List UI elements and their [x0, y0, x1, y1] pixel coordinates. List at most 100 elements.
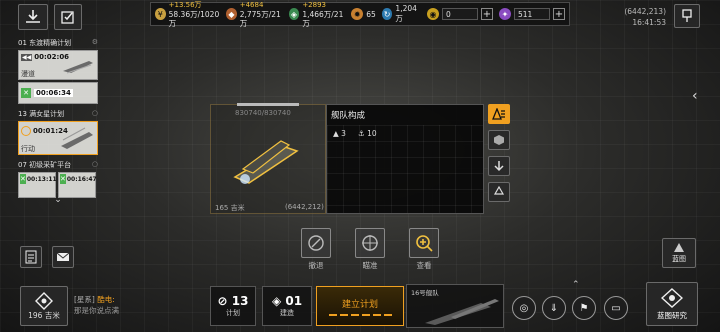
clock-time: 16:41:53: [632, 18, 666, 27]
mission-slot[interactable]: ◀◀ 00:02:06 漫道: [18, 50, 98, 80]
sector-tag: [星系]: [74, 295, 95, 304]
radar-button[interactable]: ◎: [512, 296, 536, 320]
recycle-icon: [493, 186, 505, 195]
ship-hp-bar: [237, 103, 299, 106]
scout-label: 瞄准: [362, 261, 378, 270]
purple-gem-icon: ✦: [499, 8, 511, 20]
credits-icon: ¥: [155, 8, 166, 20]
research-emblem-icon: [661, 287, 683, 308]
retreat-button[interactable]: [301, 228, 331, 258]
mail-icon: [56, 252, 70, 261]
sector-name: 酷电:: [97, 295, 115, 304]
frigate-count: 10: [367, 129, 377, 138]
crystal-income: +2893: [302, 0, 326, 9]
fighter-icon: ▲: [333, 129, 339, 138]
ship-selection-frame[interactable]: 830740/830740 165 吉米 (6442,212): [210, 103, 326, 214]
fleet-group-button[interactable]: ⚑: [572, 296, 596, 320]
metal-income: +4684: [239, 0, 264, 9]
target-icon: [21, 126, 31, 136]
map-arrow-icon: [26, 10, 40, 23]
mission-slot[interactable]: ✕ 00:13:11: [18, 172, 57, 198]
build-count: 01: [285, 294, 303, 308]
folder-button[interactable]: ▭: [604, 296, 628, 320]
frigate-icon: ⚓: [357, 129, 365, 138]
mission-number: 01: [18, 39, 27, 47]
base-distance: 196 吉米: [28, 310, 60, 320]
mission-item-header[interactable]: 13 满女星计划 ○: [18, 109, 98, 119]
download-fleet-button[interactable]: ⇓: [542, 296, 566, 320]
fuel-resource: ✹ 65: [351, 8, 376, 20]
mission-title: 满女星计划: [29, 110, 65, 118]
ship-coord: (6442,212): [285, 203, 324, 211]
sector-info[interactable]: [星系] 酷电: 那是你说点满: [74, 294, 198, 316]
mission-slot[interactable]: ✕ 00:06:34: [18, 82, 98, 104]
chevron-up-icon[interactable]: ⌃: [572, 280, 580, 290]
view-action[interactable]: 查看: [404, 228, 444, 271]
build-plan-label: 建立计划: [341, 299, 378, 310]
mission-status: 行动: [21, 145, 35, 153]
credits-value: 58.36万/1020万: [168, 9, 220, 28]
mission-timer: 00:13:11: [26, 175, 57, 183]
folder-icon: ▭: [611, 302, 621, 314]
download-button[interactable]: [488, 156, 510, 176]
blueprint-research-button[interactable]: 蓝图研究: [646, 282, 698, 326]
blueprint-research-label: 蓝图研究: [657, 310, 687, 320]
ship-distance: 165 吉米: [215, 204, 245, 212]
build-progress-dots: [328, 313, 392, 316]
fleet-composition-panel: 舰队构成 ▲ 3 ⚓ 10: [326, 104, 484, 214]
gold-add-button[interactable]: +: [481, 8, 493, 20]
rewind-icon: ◀◀: [21, 53, 33, 61]
fleet-map-button[interactable]: [18, 4, 48, 30]
retreat-icon: [308, 235, 324, 251]
document-button[interactable]: [20, 246, 42, 268]
mission-slot[interactable]: 00:01:24 行动: [18, 121, 98, 155]
blueprint-button[interactable]: 蓝图: [662, 238, 696, 268]
metal-value: 2,775万/21万: [239, 9, 281, 28]
mission-panel: 01 东渡精确计划 ⚙ ◀◀ 00:02:06 漫道 ✕ 00:06:34 13 …: [18, 38, 98, 205]
fleet-card[interactable]: 16号舰队: [406, 284, 504, 328]
build-tab[interactable]: ◈ 01 建造: [262, 286, 312, 326]
fleet-ships-icon: [425, 299, 499, 325]
build-plan-button[interactable]: 建立计划: [316, 286, 404, 326]
mission-slot[interactable]: ✕ 00:16:47: [58, 172, 97, 198]
scout-button[interactable]: [355, 228, 385, 258]
cube-button[interactable]: [488, 130, 510, 150]
coord-clock: (6442,213) 16:41:53: [618, 6, 666, 28]
gold-coin-icon: ◉: [427, 8, 439, 20]
mission-title: 东渡精确计划: [29, 39, 72, 47]
view-button[interactable]: [409, 228, 439, 258]
ship-icon: [63, 61, 93, 74]
mail-button[interactable]: [52, 246, 74, 268]
base-emblem-icon: [35, 291, 53, 310]
retreat-action[interactable]: 撤退: [296, 228, 336, 271]
retreat-label: 撤退: [308, 261, 324, 270]
plan-count: 13: [231, 294, 249, 308]
mission-timer: 00:16:47: [66, 175, 97, 183]
refresh-value: 1,204万: [395, 4, 417, 23]
bookmark-button[interactable]: [674, 4, 700, 28]
purple-value: 511: [514, 8, 550, 20]
plan-tab[interactable]: ⊘ 13 计划: [210, 286, 256, 326]
mission-item-header[interactable]: 07 初级采矿平台 ○: [18, 160, 98, 170]
chevron-left-icon[interactable]: ‹: [692, 88, 698, 104]
scout-action[interactable]: 瞄准: [350, 228, 390, 271]
blueprint-ship-icon: [674, 243, 684, 252]
recycle-button[interactable]: [488, 182, 510, 202]
refresh-resource: ↻ 1,204万: [381, 4, 421, 24]
build-icon: ◈: [271, 294, 282, 308]
fuel-value: 65: [366, 9, 376, 19]
fleet-formation-button[interactable]: [488, 104, 510, 124]
battleship-icon: [233, 140, 299, 184]
crystal-value: 1,466万/21万: [302, 9, 344, 28]
crosshair-icon: [362, 235, 378, 251]
fleet-grid: [327, 125, 483, 213]
coord-position: (6442,213): [624, 7, 666, 16]
home-base-button[interactable]: 196 吉米: [20, 286, 68, 326]
sector-sub: 那是你说点满: [74, 306, 119, 315]
purple-add-button[interactable]: +: [553, 8, 565, 20]
refresh-icon: ↻: [381, 8, 393, 20]
checklist-icon: [61, 11, 74, 24]
mission-log-button[interactable]: [54, 4, 82, 30]
plan-icon: ⊘: [217, 294, 228, 308]
mission-item-header[interactable]: 01 东渡精确计划 ⚙: [18, 38, 98, 48]
